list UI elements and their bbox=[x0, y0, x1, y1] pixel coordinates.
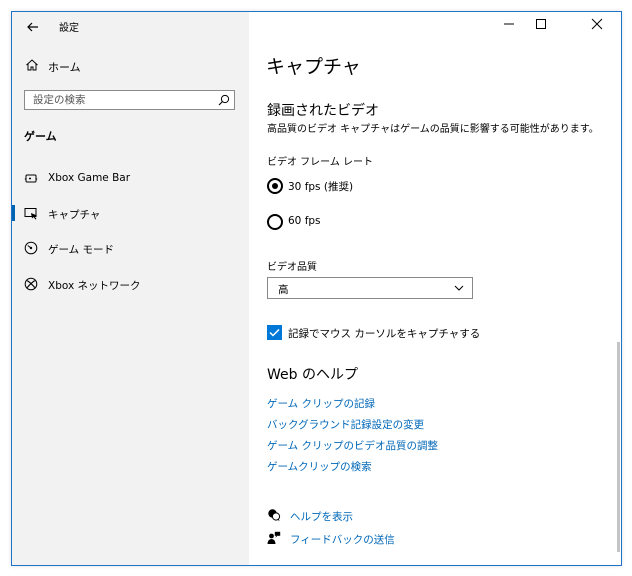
xbox-icon bbox=[24, 277, 38, 291]
web-help-title: Web のヘルプ bbox=[267, 367, 358, 383]
help-link-record-clip[interactable]: ゲーム クリップの記録 bbox=[267, 396, 375, 411]
sidebar-section-header: ゲーム bbox=[24, 130, 57, 143]
section-title: 録画されたビデオ bbox=[267, 103, 379, 119]
maximize-icon bbox=[536, 19, 546, 29]
minimize-button[interactable] bbox=[493, 12, 525, 36]
search-box bbox=[24, 90, 235, 110]
scrollbar[interactable] bbox=[617, 342, 620, 552]
sidebar: 設定 ホーム ゲーム Xbox Game Bar bbox=[12, 12, 249, 565]
selection-indicator bbox=[12, 205, 15, 221]
close-icon bbox=[591, 18, 603, 30]
checkmark-icon bbox=[269, 328, 280, 337]
help-link-find-clips[interactable]: ゲームクリップの検索 bbox=[267, 459, 372, 474]
dropdown-value: 高 bbox=[278, 284, 289, 296]
help-link-video-quality[interactable]: ゲーム クリップのビデオ品質の調整 bbox=[267, 438, 438, 453]
sidebar-item-label: Xbox Game Bar bbox=[48, 172, 131, 184]
section-description: 高品質のビデオ キャプチャはゲームの品質に影響する可能性があります。 bbox=[267, 124, 599, 135]
sidebar-item-label: キャプチャ bbox=[48, 209, 101, 221]
main-content: キャプチャ 録画されたビデオ 高品質のビデオ キャプチャはゲームの品質に影響する… bbox=[249, 12, 621, 565]
window-title: 設定 bbox=[59, 23, 79, 34]
radio-label: 30 fps (推奨) bbox=[288, 181, 354, 193]
sidebar-item-xbox-game-bar[interactable]: Xbox Game Bar bbox=[12, 165, 249, 191]
capture-icon bbox=[24, 208, 37, 220]
sidebar-item-label: Xbox ネットワーク bbox=[48, 280, 141, 292]
feedback-person-icon bbox=[267, 531, 281, 544]
radio-indicator bbox=[267, 178, 283, 194]
radio-indicator bbox=[267, 214, 283, 230]
back-button[interactable] bbox=[23, 17, 43, 37]
radio-label: 60 fps bbox=[288, 215, 321, 227]
chevron-down-icon bbox=[454, 285, 464, 291]
checkbox-label: 記録でマウス カーソルをキャプチャする bbox=[288, 328, 481, 340]
sidebar-item-xbox-network[interactable]: Xbox ネットワーク bbox=[12, 271, 249, 297]
frame-rate-label: ビデオ フレーム レート bbox=[267, 157, 374, 168]
checkbox-box bbox=[267, 325, 282, 340]
xbox-game-bar-icon bbox=[24, 174, 38, 183]
minimize-icon bbox=[504, 23, 514, 25]
help-link-background-recording[interactable]: バックグラウンド記録設定の変更 bbox=[267, 417, 424, 432]
home-icon bbox=[26, 59, 38, 71]
video-quality-label: ビデオ品質 bbox=[267, 262, 317, 273]
search-icon[interactable] bbox=[218, 94, 230, 106]
feedback-label: フィードバックの送信 bbox=[290, 534, 395, 546]
get-help-label: ヘルプを表示 bbox=[290, 511, 353, 523]
search-input[interactable] bbox=[25, 91, 218, 109]
maximize-button[interactable] bbox=[525, 12, 557, 36]
sidebar-item-label: ゲーム モード bbox=[48, 244, 115, 256]
sidebar-item-game-mode[interactable]: ゲーム モード bbox=[12, 235, 249, 261]
close-button[interactable] bbox=[581, 12, 613, 36]
game-mode-icon bbox=[24, 241, 38, 255]
sidebar-item-capture[interactable]: キャプチャ bbox=[12, 200, 249, 226]
chat-bubble-icon bbox=[268, 509, 281, 522]
sidebar-item-home[interactable]: ホーム bbox=[12, 54, 249, 78]
page-title: キャプチャ bbox=[266, 56, 361, 78]
settings-window: 設定 ホーム ゲーム Xbox Game Bar bbox=[11, 11, 622, 566]
back-arrow-icon bbox=[27, 22, 38, 32]
video-quality-dropdown[interactable]: 高 bbox=[267, 277, 473, 299]
sidebar-item-label: ホーム bbox=[48, 61, 81, 74]
